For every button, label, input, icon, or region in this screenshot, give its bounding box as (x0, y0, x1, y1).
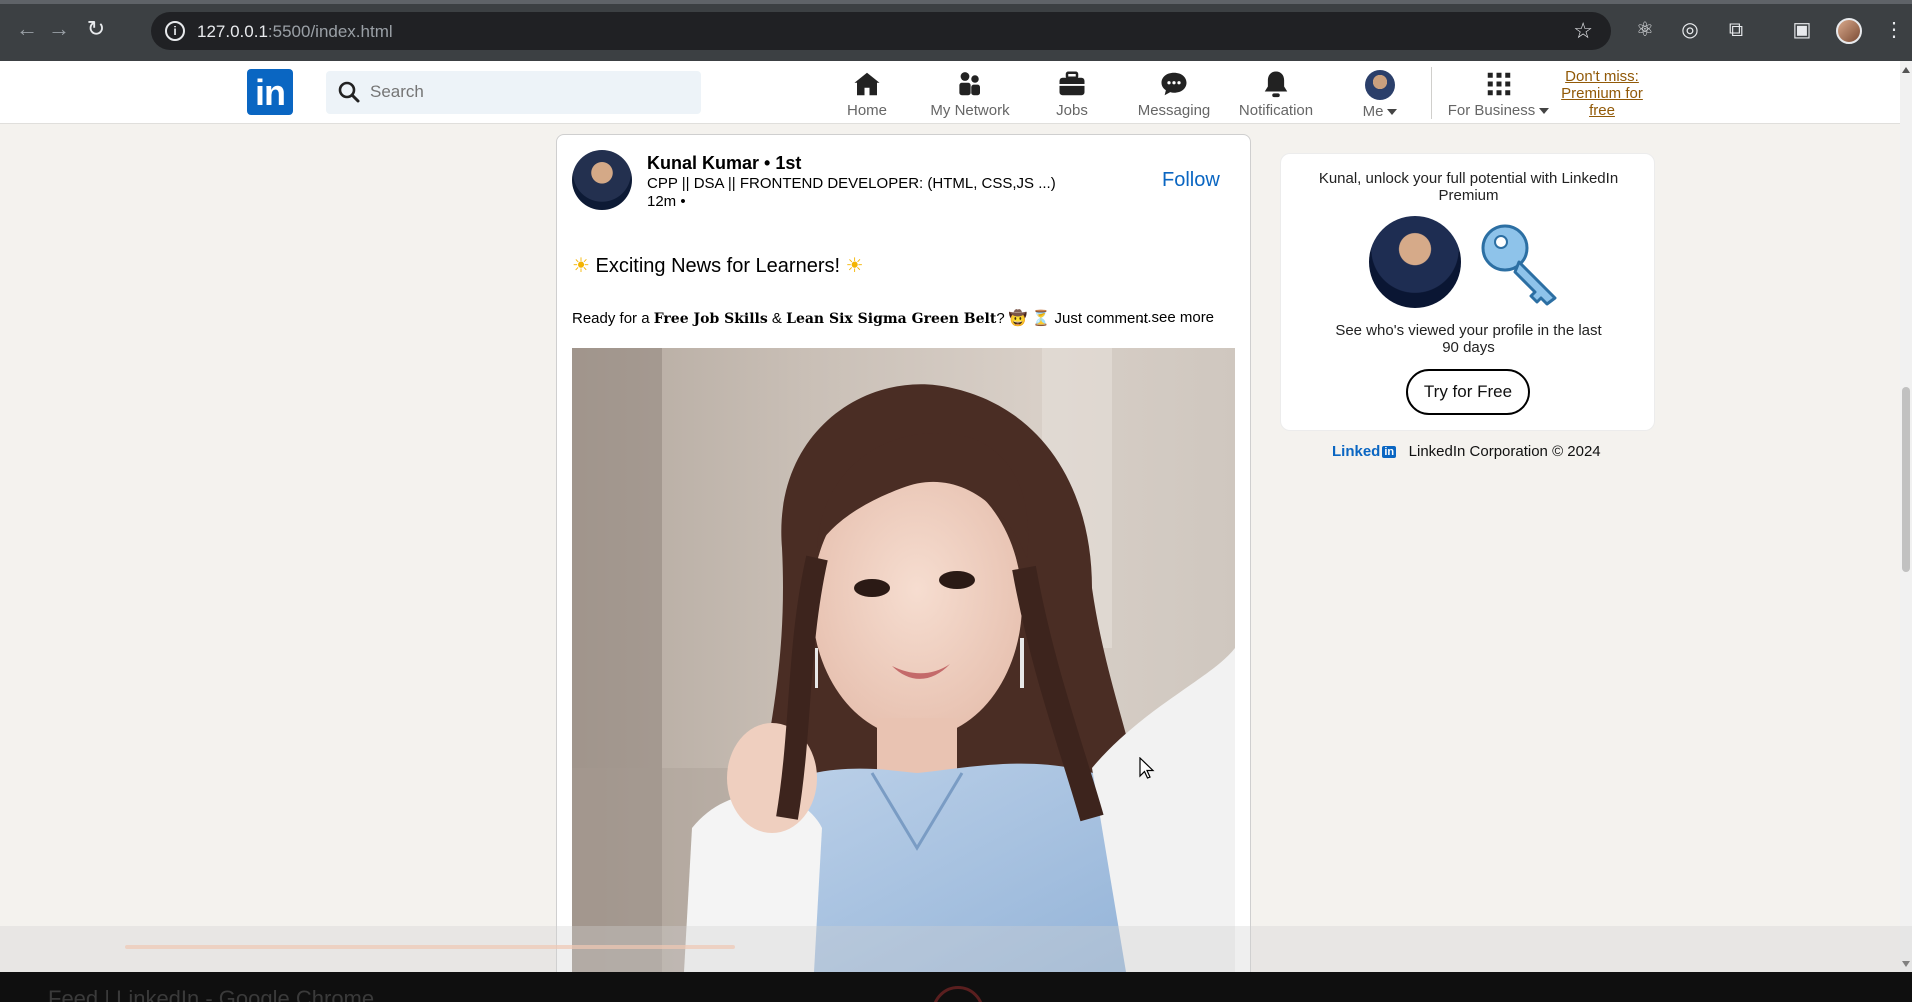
browser-menu-icon[interactable]: ⋮ (1882, 18, 1906, 42)
chevron-down-icon (1539, 108, 1550, 115)
post-body-suffix: ? 🤠 ⏳ Just comment (996, 310, 1148, 327)
nav-home-label: Home (846, 102, 887, 119)
chevron-down-icon (1387, 109, 1398, 116)
nav-notification[interactable]: Notification (1216, 67, 1336, 119)
post-body-amp: & (771, 310, 782, 327)
os-taskbar: Feed | LinkedIn - Google Chrome (0, 972, 1912, 1002)
post-body: Ready for a Free Job Skills & Lean Six S… (572, 309, 1148, 327)
extensions-puzzle-icon[interactable]: ⧉ (1724, 18, 1748, 42)
post-photo-illustration (572, 348, 1235, 1002)
post-body-prefix: Ready for a (572, 310, 650, 327)
taskbar-window-title: Feed | LinkedIn - Google Chrome (48, 986, 375, 1002)
footer-brand-in: in (1382, 446, 1397, 458)
premium-title: Kunal, unlock your full potential with L… (1318, 170, 1619, 204)
post-image[interactable] (572, 348, 1235, 1002)
key-icon (1481, 224, 1557, 306)
nav-for-business[interactable]: For Business (1436, 67, 1561, 119)
sun-icon: ☀ (572, 255, 590, 277)
search-input[interactable] (370, 81, 670, 103)
sun-icon: ☀ (845, 255, 864, 277)
search-box[interactable] (326, 71, 701, 114)
record-icon[interactable] (932, 986, 984, 1002)
try-for-free-button[interactable]: Try for Free (1406, 369, 1530, 415)
tab-strip (0, 0, 1912, 4)
nav-notification-label: Notification (1238, 102, 1314, 119)
extension-target-icon[interactable]: ◎ (1678, 18, 1702, 42)
url-text[interactable]: 127.0.0.1:5500/index.html (197, 22, 393, 42)
author-avatar[interactable] (572, 150, 632, 210)
post-headline: ☀ Exciting News for Learners! ☀ (572, 253, 864, 278)
address-bar[interactable]: i 127.0.0.1:5500/index.html ☆ (151, 12, 1611, 50)
premium-free-link[interactable]: Don't miss: Premium for free (1550, 68, 1654, 119)
feed-post: Kunal Kumar • 1st CPP || DSA || FRONTEND… (556, 134, 1251, 1002)
nav-me-label: Me (1362, 103, 1384, 120)
post-time: 12m • (647, 193, 686, 210)
footer-logo[interactable]: Linked in (1332, 443, 1397, 460)
post-body-bold-1: Free Job Skills (653, 311, 768, 327)
media-overlay-bar (0, 926, 1912, 974)
linkedin-header: in Home My Network Jobs Messaging Notifi… (0, 61, 1900, 124)
grid-icon (1487, 72, 1510, 96)
nav-home[interactable]: Home (807, 67, 927, 119)
browser-toolbar: ← → ↻ i 127.0.0.1:5500/index.html ☆ ⚛ ◎ … (0, 0, 1912, 61)
nav-me[interactable]: Me (1320, 67, 1440, 120)
nav-divider (1431, 67, 1432, 119)
footer-copyright: LinkedIn Corporation © 2024 (1408, 443, 1601, 460)
url-host: 127.0.0.1 (197, 22, 268, 41)
nav-messaging-label: Messaging (1137, 102, 1211, 119)
forward-icon[interactable]: → (46, 16, 72, 42)
scroll-up-icon[interactable] (1902, 67, 1910, 73)
message-icon (1161, 72, 1187, 96)
side-panel-icon[interactable]: ▣ (1790, 18, 1814, 42)
home-icon (854, 72, 880, 96)
footer: Linked in LinkedIn Corporation © 2024 (1332, 443, 1601, 460)
react-devtools-icon[interactable]: ⚛ (1633, 18, 1657, 42)
nav-my-network-label: My Network (930, 102, 1010, 119)
follow-button[interactable]: Follow (1162, 169, 1220, 192)
author-name[interactable]: Kunal Kumar • 1st (647, 153, 801, 174)
page-scrollbar[interactable] (1900, 61, 1912, 974)
nav-for-business-label: For Business (1447, 102, 1536, 119)
url-path: :5500/index.html (267, 22, 393, 41)
profile-avatar (1369, 216, 1461, 308)
premium-description: See who's viewed your profile in the las… (1335, 322, 1602, 356)
linkedin-logo[interactable]: in (247, 69, 293, 115)
bell-icon (1264, 71, 1288, 98)
scrollbar-thumb[interactable] (1902, 387, 1910, 572)
author-headline: CPP || DSA || FRONTEND DEVELOPER: (HTML,… (647, 175, 1056, 192)
reload-icon[interactable]: ↻ (83, 16, 109, 42)
browser-profile-avatar[interactable] (1836, 18, 1862, 44)
back-icon[interactable]: ← (14, 16, 40, 42)
post-body-bold-2: Lean Six Sigma Green Belt (786, 311, 997, 327)
mouse-cursor-icon (1139, 757, 1155, 779)
bookmark-star-icon[interactable]: ☆ (1573, 18, 1593, 44)
premium-card: Kunal, unlock your full potential with L… (1280, 153, 1655, 431)
footer-brand: Linked (1332, 443, 1381, 460)
see-more-link[interactable]: ...see more (1139, 309, 1214, 326)
post-headline-text: Exciting News for Learners! (595, 255, 841, 277)
search-icon (338, 81, 360, 103)
nav-jobs-label: Jobs (1056, 102, 1088, 119)
media-progress-bar[interactable] (125, 945, 735, 949)
site-info-icon[interactable]: i (165, 21, 185, 41)
people-icon (959, 72, 980, 96)
me-avatar (1365, 70, 1395, 100)
briefcase-icon (1059, 71, 1085, 96)
